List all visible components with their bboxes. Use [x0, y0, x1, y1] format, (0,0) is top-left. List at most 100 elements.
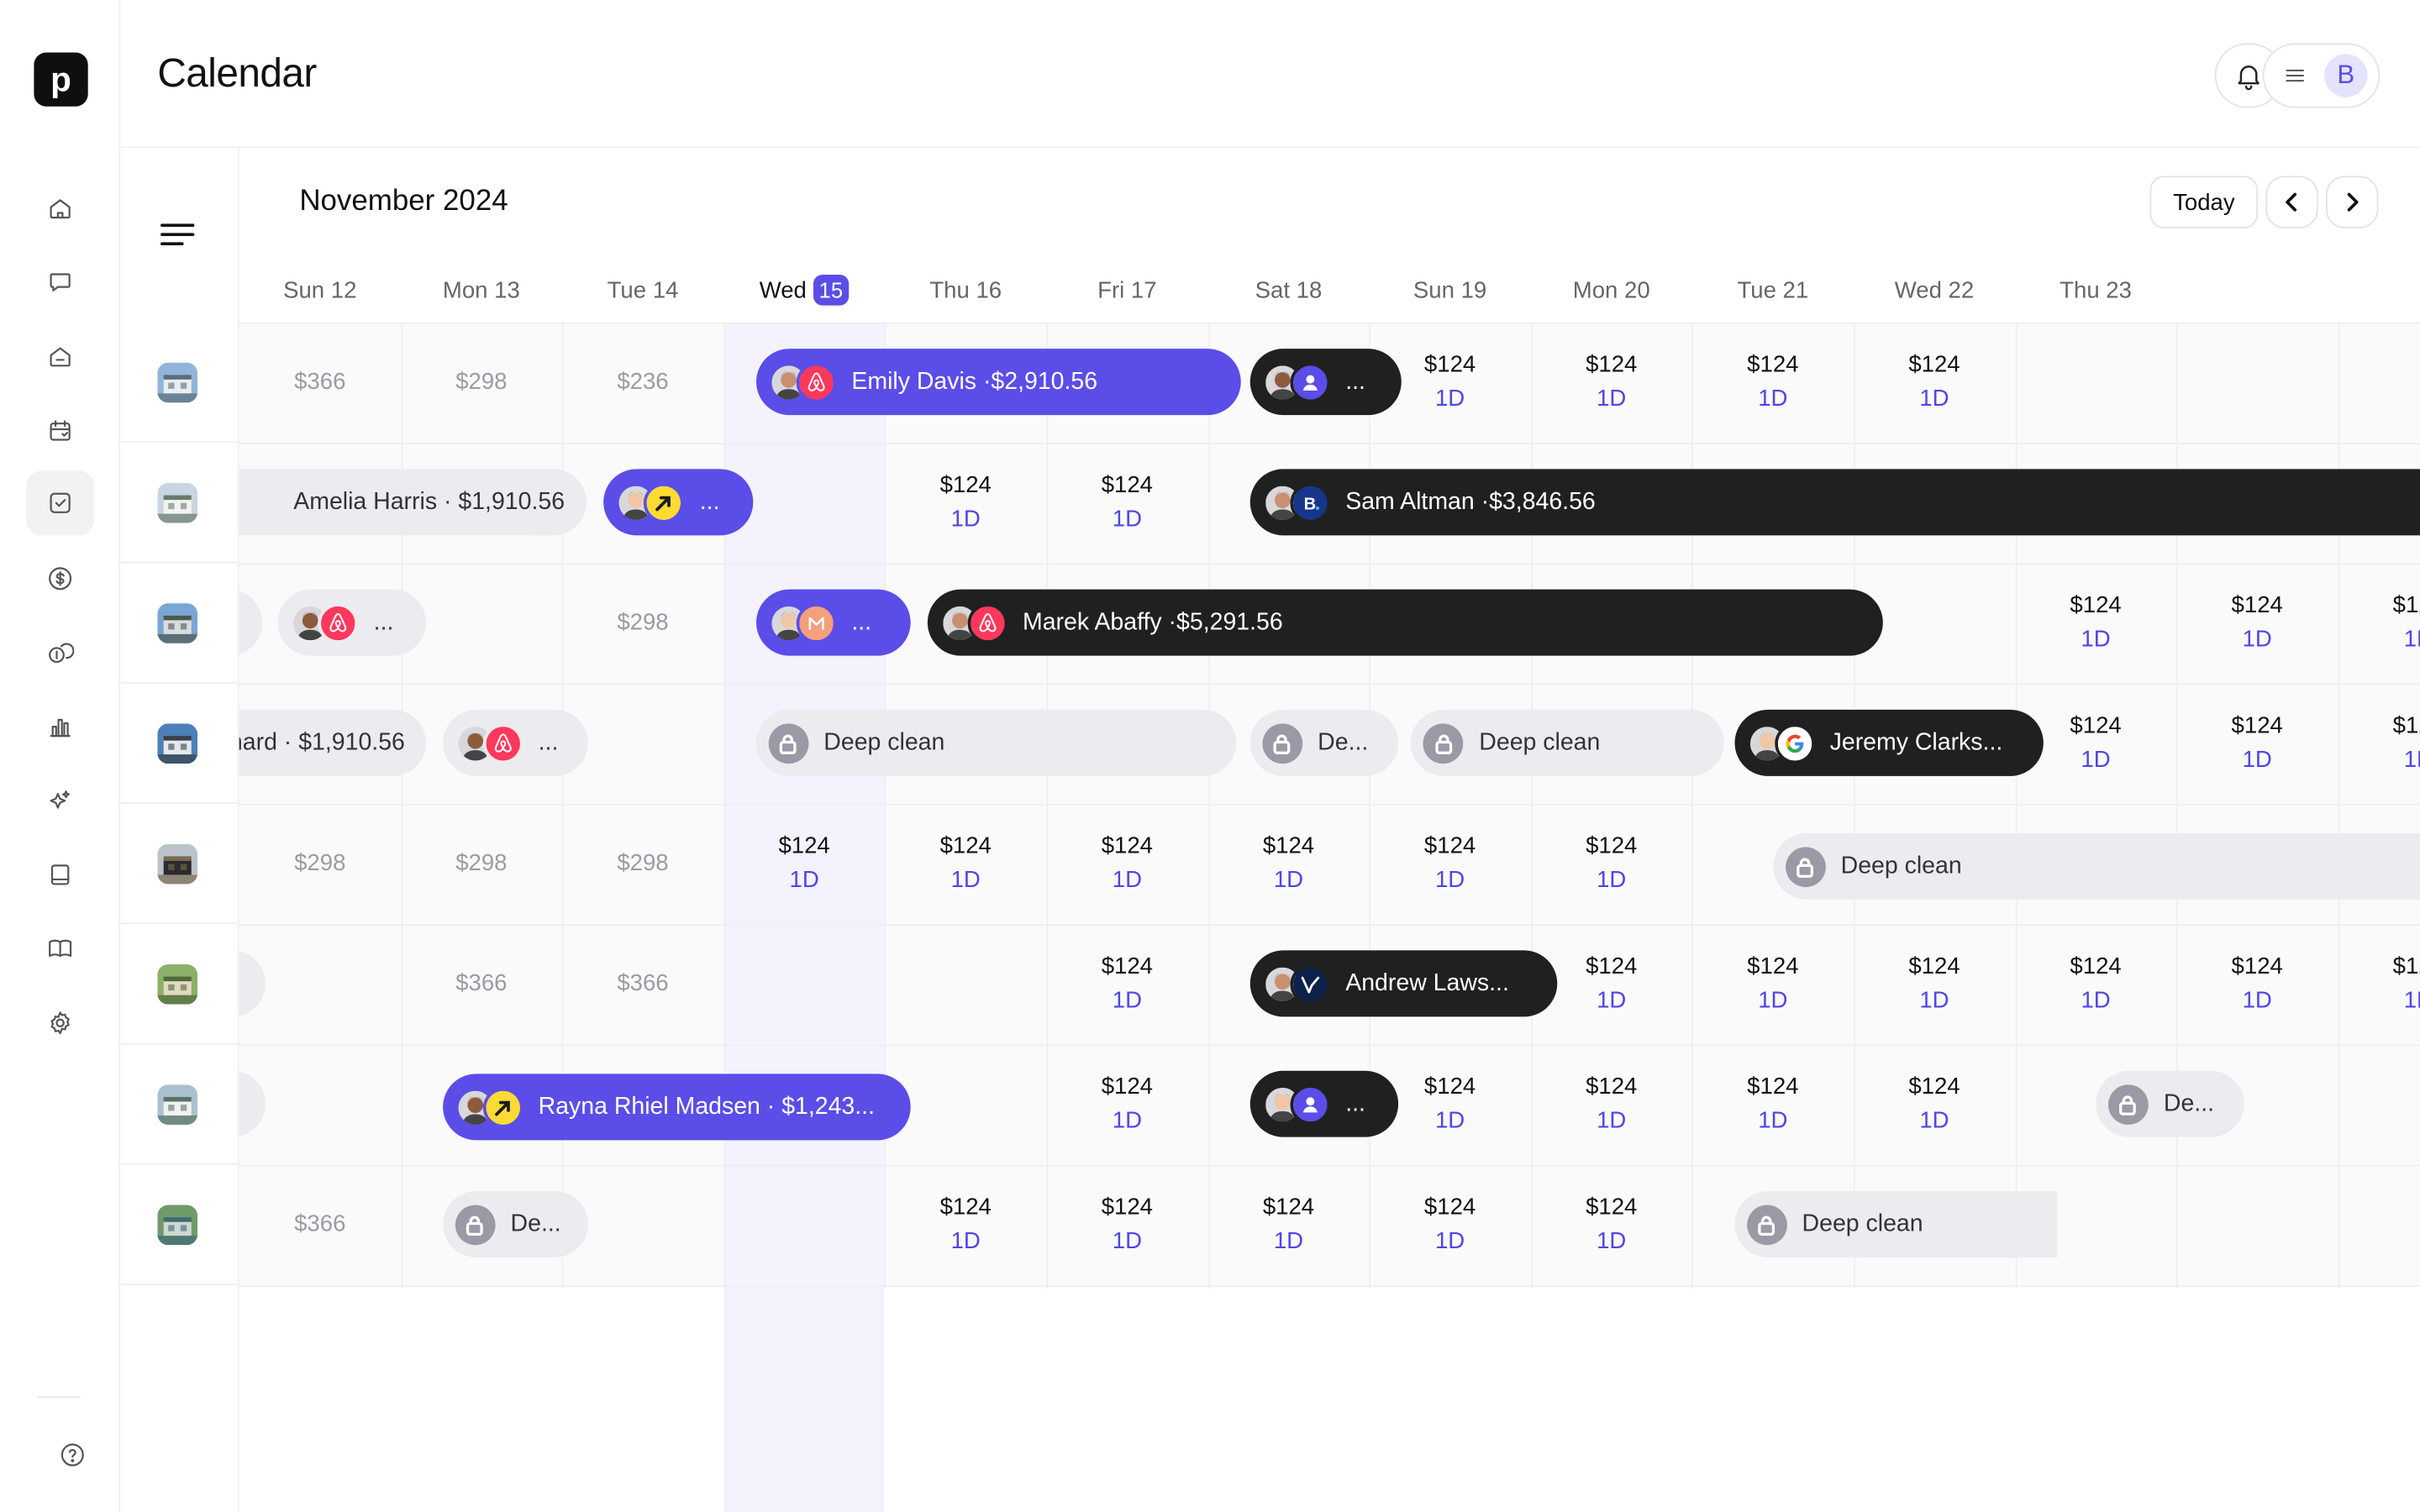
user-menu-button[interactable]: B: [2262, 43, 2381, 108]
reservation-pill[interactable]: ...: [442, 709, 588, 776]
price-cell[interactable]: $124 1D: [1692, 323, 1854, 443]
nightly-price: $124: [1423, 1074, 1476, 1100]
price-cell[interactable]: $124 1D: [1370, 1165, 1531, 1285]
price-cell[interactable]: $124 1D: [885, 1165, 1046, 1285]
price-cell[interactable]: $124 1D: [1046, 1044, 1207, 1164]
price-cell[interactable]: $124 1D: [2176, 924, 2338, 1044]
price-cell[interactable]: $124 1D: [1207, 804, 1369, 924]
sidebar-item-book[interactable]: [26, 843, 94, 907]
help-button[interactable]: [43, 1438, 102, 1472]
price-cell[interactable]: $124 1D: [1046, 1165, 1207, 1285]
blocked-task-pill[interactable]: De...: [2096, 1070, 2244, 1137]
price-cell[interactable]: $124 1D: [1531, 1044, 1692, 1164]
next-button[interactable]: [2325, 176, 2379, 228]
listing-thumbnail: [157, 1084, 198, 1125]
price-cell[interactable]: $124 1D: [1046, 924, 1207, 1044]
nightly-price: $298: [294, 850, 346, 877]
price-cell[interactable]: $124 1D: [1531, 1165, 1692, 1285]
sidebar-item-property[interactable]: [26, 324, 94, 389]
pill-label: ...: [1345, 368, 1365, 395]
reservation-pill[interactable]: Emily Davis ·$2,910.56: [755, 349, 1240, 416]
reservation-pill[interactable]: ...: [755, 589, 911, 656]
price-cell[interactable]: $124 1D: [885, 443, 1046, 563]
price-cell[interactable]: $124 1D: [1531, 323, 1692, 443]
sidebar-item-tasks[interactable]: [26, 470, 95, 536]
today-button[interactable]: Today: [2149, 176, 2259, 228]
price-cell[interactable]: $124 1D: [1046, 804, 1207, 924]
listing-row-header[interactable]: [120, 443, 239, 564]
previous-button[interactable]: [2265, 176, 2318, 228]
blocked-task-pill[interactable]: Deep clean: [755, 709, 1237, 776]
price-cell[interactable]: $124 1D: [885, 804, 1046, 924]
price-cell[interactable]: $124 1D: [1692, 924, 1854, 1044]
reservation-pill[interactable]: Amelia Harris · $1,910.56: [239, 469, 587, 536]
sidebar-item-dollar[interactable]: [26, 546, 94, 611]
price-cell[interactable]: $124 1D: [2338, 924, 2420, 1044]
price-cell[interactable]: $298: [401, 804, 562, 924]
listing-row-header[interactable]: [120, 1165, 239, 1286]
blocked-task-pill[interactable]: De...: [1249, 709, 1399, 776]
app-logo[interactable]: p: [34, 52, 88, 107]
settings-icon: [50, 1011, 70, 1035]
sidebar-item-chat[interactable]: [26, 250, 94, 315]
sidebar-item-open-book[interactable]: [26, 916, 94, 981]
price-cell[interactable]: $124 1D: [2176, 684, 2338, 804]
reservation-pill[interactable]: ...: [1249, 349, 1402, 416]
day-header-sun-19: Sun 19: [1370, 271, 1531, 308]
airbnb-icon: [796, 361, 836, 402]
day-label: Sun 19: [1413, 276, 1487, 303]
price-cell[interactable]: $124 1D: [1046, 443, 1207, 563]
price-cell[interactable]: $124 1D: [1370, 804, 1531, 924]
price-cell[interactable]: $124 1D: [2015, 924, 2176, 1044]
listing-row-header[interactable]: [120, 804, 239, 925]
price-cell[interactable]: $298: [562, 804, 723, 924]
price-cell[interactable]: $366: [401, 924, 562, 1044]
price-cell[interactable]: $298: [401, 323, 562, 443]
sidebar-item-calendar[interactable]: [26, 398, 94, 463]
reservation-pill[interactable]: ...: [1249, 1070, 1399, 1137]
blocked-task-pill[interactable]: Deep clean: [1411, 709, 1725, 776]
price-cell[interactable]: $298: [239, 804, 401, 924]
reservation-pill[interactable]: Jeremy Clarks...: [1733, 709, 2044, 776]
price-cell[interactable]: $366: [239, 323, 401, 443]
price-cell[interactable]: $124 1D: [1207, 1165, 1369, 1285]
price-cell[interactable]: $124 1D: [1531, 804, 1692, 924]
property-icon: [50, 347, 71, 367]
price-cell[interactable]: $124 1D: [2176, 563, 2338, 683]
price-cell[interactable]: $366: [562, 924, 723, 1044]
blocked-task-pill[interactable]: Deep clean: [1772, 832, 2420, 900]
listing-thumbnail: [157, 1205, 198, 1246]
sidebar-item-home[interactable]: [26, 176, 94, 240]
price-cell[interactable]: $298: [562, 563, 723, 683]
price-cell[interactable]: $366: [239, 1165, 401, 1285]
price-cell[interactable]: $124 1D: [1854, 924, 2015, 1044]
listing-row-header[interactable]: [120, 684, 239, 804]
listing-row-header[interactable]: [120, 924, 239, 1045]
sidebar-item-coins[interactable]: [26, 620, 94, 685]
price-cell[interactable]: $236: [562, 323, 723, 443]
bar-chart-icon: [50, 718, 71, 738]
reservation-pill[interactable]: ...: [603, 469, 753, 536]
sidebar-item-settings[interactable]: [26, 990, 94, 1055]
reservation-pill[interactable]: Andrew Laws...: [1249, 950, 1557, 1017]
price-cell[interactable]: $124 1D: [1854, 323, 2015, 443]
blocked-task-pill[interactable]: De...: [442, 1190, 588, 1257]
price-cell[interactable]: $124 1D: [2338, 684, 2420, 804]
listing-row-header[interactable]: [120, 323, 239, 444]
sidebar-item-bar-chart[interactable]: [26, 695, 94, 759]
blocked-task-pill[interactable]: Deep clean: [1733, 1190, 2057, 1257]
sidebar-item-sparkles[interactable]: [26, 769, 94, 833]
reservation-pill[interactable]: B Sam Altman ·$3,846.56: [1249, 469, 2420, 536]
listing-row-header[interactable]: [120, 563, 239, 684]
price-cell[interactable]: $124 1D: [723, 804, 885, 924]
price-cell[interactable]: $124 1D: [1692, 1044, 1854, 1164]
price-cell[interactable]: $124 1D: [2338, 563, 2420, 683]
reservation-pill[interactable]: Marek Abaffy ·$5,291.56: [927, 589, 1883, 656]
reservation-pill[interactable]: Richard · $1,910.56: [239, 709, 427, 776]
price-cell[interactable]: $124 1D: [2015, 563, 2176, 683]
reservation-pill[interactable]: ...: [277, 589, 427, 656]
price-cell[interactable]: $124 1D: [1854, 1044, 2015, 1164]
filter-button[interactable]: [160, 222, 195, 246]
listing-row-header[interactable]: [120, 1044, 239, 1165]
reservation-pill[interactable]: Rayna Rhiel Madsen · $1,243...: [442, 1074, 911, 1141]
